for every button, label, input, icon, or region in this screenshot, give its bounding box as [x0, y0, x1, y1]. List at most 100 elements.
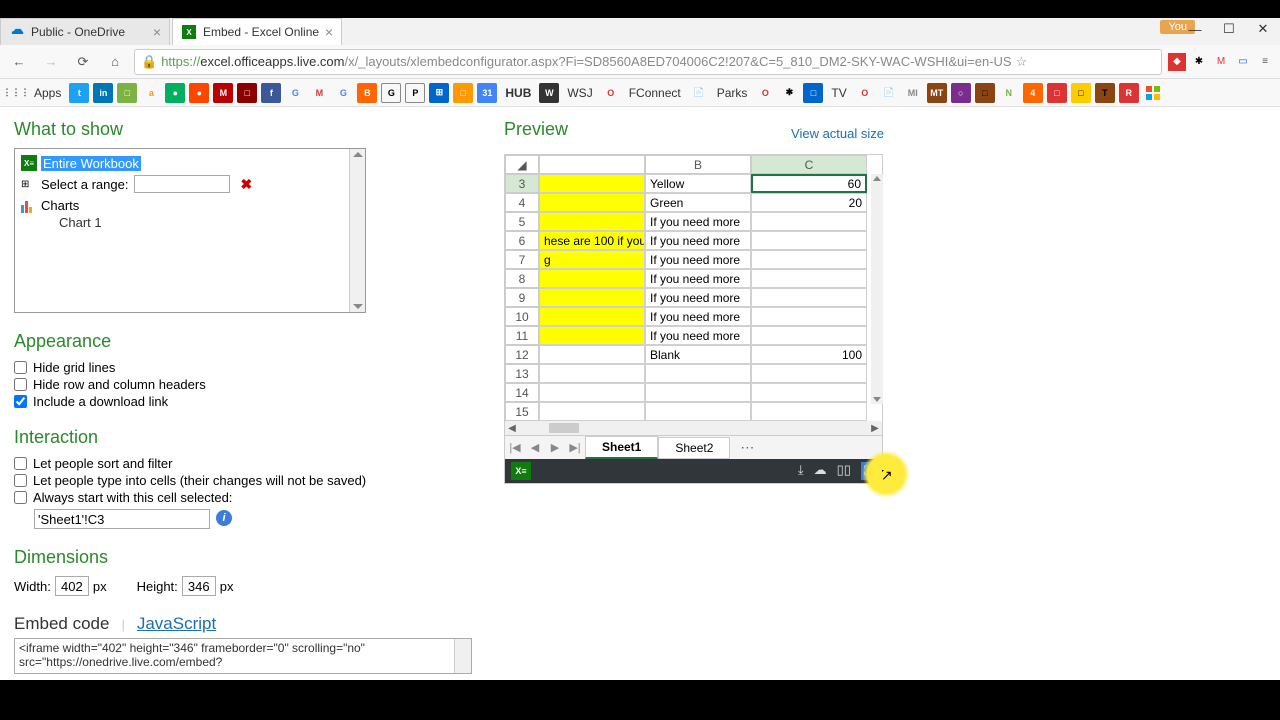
cell[interactable]	[645, 383, 751, 402]
prev-sheet-icon[interactable]: ◀	[525, 441, 545, 454]
sheet-tab-2[interactable]: Sheet2	[658, 437, 730, 459]
cell[interactable]: If you need more	[645, 307, 751, 326]
cell[interactable]	[539, 193, 645, 212]
bookmark[interactable]: MI	[903, 83, 923, 103]
cell[interactable]: Yellow	[645, 174, 751, 193]
cell[interactable]	[751, 288, 867, 307]
view-actual-size-link[interactable]: View actual size	[791, 126, 884, 141]
forward-button[interactable]: →	[38, 49, 64, 75]
row-header[interactable]: 7	[505, 250, 539, 269]
bookmark[interactable]: G	[333, 83, 353, 103]
reload-button[interactable]: ⟳	[70, 49, 96, 75]
bookmark[interactable]: 📄	[879, 83, 899, 103]
bookmark[interactable]: □	[237, 83, 257, 103]
hide-headers-row[interactable]: Hide row and column headers	[14, 377, 484, 392]
back-button[interactable]: ←	[6, 49, 32, 75]
minimize-button[interactable]: —	[1178, 18, 1212, 40]
column-header-b[interactable]: B	[645, 155, 751, 174]
cell[interactable]: If you need more	[645, 288, 751, 307]
cell[interactable]	[751, 307, 867, 326]
bookmark[interactable]: □	[803, 83, 823, 103]
bookmark[interactable]: FConnect	[625, 86, 685, 100]
next-sheet-icon[interactable]: ▶	[545, 441, 565, 454]
bookmark[interactable]: P	[405, 83, 425, 103]
row-header[interactable]: 12	[505, 345, 539, 364]
cell[interactable]: If you need more	[645, 231, 751, 250]
startcell-row[interactable]: Always start with this cell selected:	[14, 490, 484, 505]
cell[interactable]	[751, 326, 867, 345]
bookmark[interactable]: WSJ	[563, 86, 596, 100]
bookmark[interactable]: □	[453, 83, 473, 103]
more-sheets-icon[interactable]: ⋯	[730, 439, 764, 456]
last-sheet-icon[interactable]: ▶|	[565, 441, 585, 454]
cell[interactable]	[751, 364, 867, 383]
row-header[interactable]: 6	[505, 231, 539, 250]
cell[interactable]: Green	[645, 193, 751, 212]
bookmark[interactable]: Parks	[713, 86, 752, 100]
cell[interactable]	[645, 364, 751, 383]
menu-icon[interactable]: ≡	[1256, 53, 1274, 71]
gmail-icon[interactable]: M	[1212, 53, 1230, 71]
cell[interactable]	[539, 326, 645, 345]
bookmark[interactable]: t	[69, 83, 89, 103]
cell[interactable]	[539, 212, 645, 231]
bookmark[interactable]: M	[213, 83, 233, 103]
close-icon[interactable]: ×	[153, 24, 161, 40]
hide-headers-checkbox[interactable]	[14, 378, 27, 391]
excel-logo-icon[interactable]: X≡	[511, 462, 531, 480]
cell[interactable]: 60	[751, 174, 867, 193]
cell[interactable]	[539, 383, 645, 402]
bookmark[interactable]: TV	[827, 86, 850, 100]
row-header[interactable]: 13	[505, 364, 539, 383]
row-header[interactable]: 11	[505, 326, 539, 345]
row-header[interactable]: 5	[505, 212, 539, 231]
column-header-c[interactable]: C	[751, 155, 867, 174]
address-bar[interactable]: 🔒 https://excel.officeapps.live.com/x/_l…	[134, 49, 1162, 75]
cell[interactable]	[751, 402, 867, 421]
cell[interactable]: 100	[751, 345, 867, 364]
start-cell-input[interactable]	[34, 509, 210, 529]
startcell-checkbox[interactable]	[14, 491, 27, 504]
scroll-right-icon[interactable]: ▶	[868, 423, 882, 434]
cell[interactable]	[539, 364, 645, 383]
bookmark[interactable]: HUB	[501, 86, 535, 100]
maximize-button[interactable]: ☐	[1212, 18, 1246, 40]
close-icon[interactable]: ×	[325, 24, 333, 40]
bookmark[interactable]: B	[357, 83, 377, 103]
cell[interactable]: hese are 100 if you	[539, 231, 645, 250]
chart-item[interactable]: Chart 1	[19, 215, 361, 230]
row-header[interactable]: 9	[505, 288, 539, 307]
info-icon[interactable]: ▯▯	[837, 462, 851, 480]
cell[interactable]: If you need more	[645, 250, 751, 269]
select-all-corner[interactable]: ◢	[505, 155, 539, 174]
vertical-scrollbar[interactable]	[871, 174, 883, 404]
cell[interactable]	[539, 288, 645, 307]
row-header[interactable]: 3	[505, 174, 539, 193]
bookmark[interactable]: 4	[1023, 83, 1043, 103]
bookmark[interactable]: O	[601, 83, 621, 103]
bookmark[interactable]: □	[117, 83, 137, 103]
close-button[interactable]: ✕	[1246, 18, 1280, 40]
cell[interactable]	[539, 269, 645, 288]
bookmark[interactable]: R	[1119, 83, 1139, 103]
cell[interactable]: g	[539, 250, 645, 269]
sort-checkbox[interactable]	[14, 457, 27, 470]
cell[interactable]	[751, 212, 867, 231]
bookmark[interactable]: ⊞	[429, 83, 449, 103]
hide-grid-row[interactable]: Hide grid lines	[14, 360, 484, 375]
bookmark[interactable]: Apps	[30, 86, 65, 100]
sort-row[interactable]: Let people sort and filter	[14, 456, 484, 471]
bookmark[interactable]: □	[1047, 83, 1067, 103]
tab-onedrive[interactable]: Public - OneDrive ×	[0, 18, 170, 45]
bookmark[interactable]	[1143, 83, 1163, 103]
bookmark[interactable]: G	[381, 83, 401, 103]
onedrive-icon[interactable]: ☁	[814, 462, 827, 480]
javascript-tab[interactable]: JavaScript	[137, 614, 216, 634]
cell[interactable]	[645, 402, 751, 421]
bookmark[interactable]: □	[975, 83, 995, 103]
apps-icon[interactable]: ⋮⋮⋮	[6, 83, 26, 103]
ext-icon[interactable]: ◆	[1168, 53, 1186, 71]
star-icon[interactable]: ☆	[1016, 54, 1028, 70]
bookmark[interactable]: M	[309, 83, 329, 103]
cell[interactable]	[539, 345, 645, 364]
